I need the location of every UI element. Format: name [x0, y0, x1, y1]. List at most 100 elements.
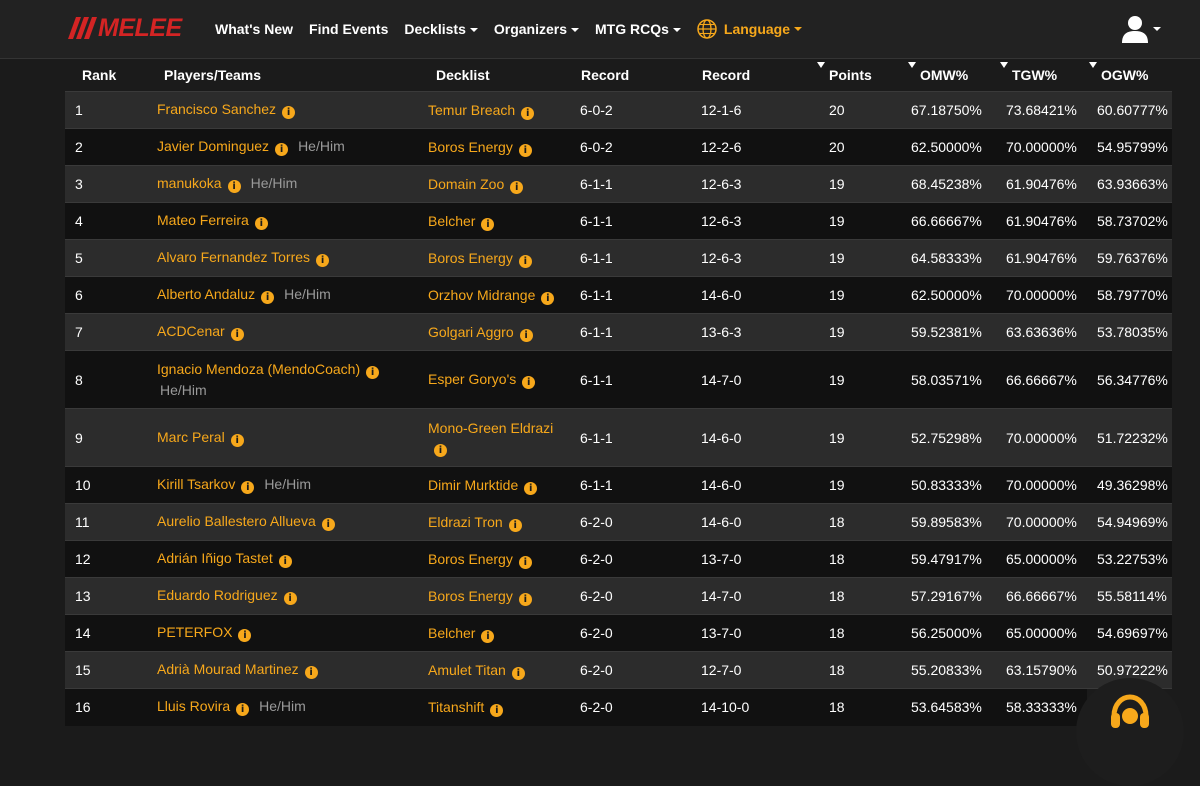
info-icon[interactable]: i [508, 518, 522, 532]
nav-decklists[interactable]: Decklists [404, 21, 478, 37]
info-icon[interactable]: i [518, 555, 532, 569]
game-record-cell: 14-7-0 [701, 371, 742, 388]
info-icon[interactable]: i [519, 328, 533, 342]
info-icon[interactable]: i [254, 217, 268, 230]
info-icon[interactable]: i [510, 180, 524, 194]
info-icon[interactable]: i [481, 629, 495, 643]
info-icon[interactable]: i [283, 592, 297, 605]
header-omw[interactable]: OMW% [901, 59, 995, 92]
header-game-record[interactable]: Record [694, 59, 812, 92]
info-icon[interactable]: i [275, 143, 289, 156]
decklist-link[interactable]: Boros Energy [428, 588, 513, 604]
player-name-link[interactable]: Mateo Ferreira [157, 212, 249, 228]
info-icon[interactable]: i [230, 433, 244, 447]
player-name-link[interactable]: Aurelio Ballestero Allueva [157, 513, 316, 529]
decklist-link[interactable]: Golgari Aggro [428, 324, 514, 340]
nav-find-events[interactable]: Find Events [309, 21, 388, 37]
player-name-link[interactable]: Francisco Sanchez [157, 101, 276, 117]
decklist-link[interactable]: Belcher [428, 213, 475, 229]
info-icon[interactable]: i [316, 254, 330, 267]
info-icon[interactable]: i [518, 254, 532, 268]
header-points[interactable]: Points [812, 59, 901, 92]
nav-organizers[interactable]: Organizers [494, 21, 579, 37]
info-icon[interactable]: i [261, 291, 275, 304]
pronoun-label: He/Him [298, 138, 345, 154]
table-row: 12 Adrián Iñigo Tastet i Boros Energy i 6-… [65, 540, 1172, 578]
user-menu[interactable] [1122, 12, 1170, 46]
info-icon[interactable]: i [481, 217, 495, 231]
header-tgw[interactable]: TGW% [995, 59, 1087, 92]
decklist-link[interactable]: Orzhov Midrange [428, 287, 535, 303]
player-name-link[interactable]: Lluis Rovira [157, 698, 230, 714]
decklist-link[interactable]: Belcher [428, 625, 475, 641]
globe-icon [697, 19, 717, 39]
info-icon[interactable]: i [541, 291, 555, 305]
player-name-link[interactable]: Alberto Andaluz [157, 286, 255, 302]
player-name-link[interactable]: Alvaro Fernandez Torres [157, 249, 310, 265]
decklist-link[interactable]: Boros Energy [428, 551, 513, 567]
info-icon[interactable]: i [511, 666, 525, 680]
info-icon[interactable]: i [241, 481, 255, 494]
header-ogw[interactable]: OGW% [1087, 59, 1172, 92]
tgw-cell: 66.66667% [1006, 588, 1077, 604]
player-name-link[interactable]: Ignacio Mendoza (MendoCoach) [157, 361, 360, 377]
decklist-link[interactable]: Eldrazi Tron [428, 514, 503, 530]
info-icon[interactable]: i [278, 555, 292, 568]
decklist-link[interactable]: Boros Energy [428, 250, 513, 266]
table-row: 3 manukoka i He/Him Domain Zoo i 6-1-1 12-6… [65, 165, 1172, 203]
info-icon[interactable]: i [522, 376, 536, 389]
game-record-cell: 14-10-0 [701, 699, 750, 716]
info-icon[interactable]: i [434, 443, 447, 457]
info-icon[interactable]: i [490, 703, 504, 717]
omw-cell: 50.83333% [911, 477, 982, 493]
nav-whats-new[interactable]: What's New [215, 21, 293, 37]
decklist-cell: Boros Energy i [422, 578, 573, 615]
player-name-link[interactable]: PETERFOX [157, 624, 232, 640]
decklist-link[interactable]: Dimir Murktide [428, 477, 518, 493]
info-icon[interactable]: i [366, 366, 380, 379]
nav-mtg-rcqs[interactable]: MTG RCQs [595, 21, 681, 37]
player-name-link[interactable]: Marc Peral [157, 429, 225, 445]
info-icon[interactable]: i [238, 629, 252, 642]
player-name-link[interactable]: Eduardo Rodriguez [157, 587, 278, 603]
decklist-link[interactable]: Domain Zoo [428, 176, 504, 192]
info-icon[interactable]: i [236, 703, 250, 717]
info-icon[interactable]: i [304, 666, 318, 679]
decklist-link[interactable]: Amulet Titan [428, 662, 506, 678]
omw-cell: 68.45238% [911, 176, 982, 192]
player-name-link[interactable]: Javier Dominguez [157, 138, 269, 154]
points-cell: 19 [829, 213, 845, 229]
info-icon[interactable]: i [321, 518, 335, 531]
omw-cell: 56.25000% [911, 625, 982, 641]
info-icon[interactable]: i [518, 143, 532, 157]
player-name-link[interactable]: Adrián Iñigo Tastet [157, 550, 273, 566]
decklist-link[interactable]: Titanshift [428, 699, 484, 715]
points-cell: 19 [829, 429, 845, 446]
decklist-link[interactable]: Mono-Green Eldrazi [428, 419, 573, 438]
info-icon[interactable]: i [521, 106, 535, 120]
header-decklist[interactable]: Decklist [422, 59, 573, 92]
decklist-link[interactable]: Boros Energy [428, 139, 513, 155]
info-icon[interactable]: i [227, 180, 241, 193]
nav-language[interactable]: Language [697, 19, 803, 39]
player-name-link[interactable]: Adrià Mourad Martinez [157, 661, 299, 677]
table-row: 2 Javier Dominguez i He/Him Boros Energy i … [65, 128, 1172, 166]
support-chat-button[interactable] [1076, 678, 1184, 786]
player-name-link[interactable]: manukoka [157, 175, 222, 191]
info-icon[interactable]: i [524, 481, 538, 495]
decklist-cell: Belcher i [422, 615, 573, 652]
player-name-link[interactable]: Kirill Tsarkov [157, 476, 235, 492]
decklist-link[interactable]: Esper Goryo's [428, 371, 516, 387]
header-players[interactable]: Players/Teams [156, 59, 422, 92]
info-icon[interactable]: i [230, 328, 244, 341]
header-match-record[interactable]: Record [573, 59, 694, 92]
decklist-link[interactable]: Temur Breach [428, 102, 515, 118]
player-name-link[interactable]: ACDCenar [157, 323, 225, 339]
info-icon[interactable]: i [518, 592, 532, 606]
omw-cell: 62.50000% [911, 287, 982, 303]
header-rank[interactable]: Rank [65, 59, 156, 92]
info-icon[interactable]: i [282, 106, 296, 119]
logo-stripes-icon [68, 17, 97, 39]
tgw-cell: 63.15790% [1006, 662, 1077, 678]
melee-logo[interactable]: MELEE [68, 13, 192, 45]
